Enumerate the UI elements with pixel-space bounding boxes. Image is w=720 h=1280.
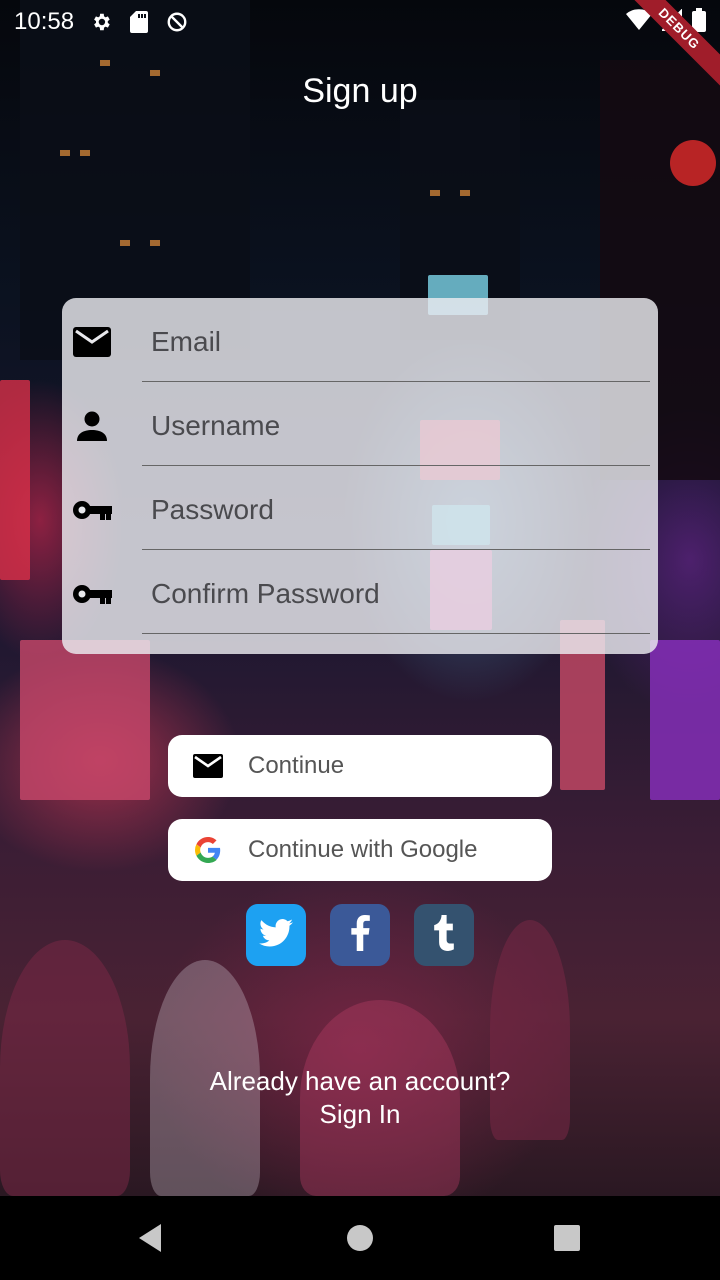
back-icon[interactable] — [130, 1218, 170, 1258]
already-account-text: Already have an account? — [209, 1066, 511, 1096]
email-placeholder: Email — [151, 326, 222, 357]
facebook-button[interactable] — [330, 904, 390, 966]
continue-button[interactable]: Continue — [168, 735, 552, 797]
email-field[interactable]: Email — [62, 298, 658, 382]
username-field[interactable]: Username — [62, 382, 658, 466]
tumblr-icon — [432, 914, 456, 956]
navigation-bar — [0, 1196, 720, 1280]
home-icon[interactable] — [340, 1218, 380, 1258]
confirm-password-field[interactable]: Confirm Password — [62, 550, 658, 634]
signup-form-card: Email Username Password Confirm Password — [62, 298, 658, 654]
person-icon — [72, 410, 112, 442]
google-icon — [188, 830, 228, 870]
key-icon — [72, 494, 112, 526]
mail-icon — [188, 746, 228, 786]
key-icon — [72, 578, 112, 610]
facebook-icon — [349, 914, 371, 956]
twitter-icon — [259, 918, 293, 953]
sign-in-link[interactable]: Sign In — [0, 1099, 720, 1130]
continue-label: Continue — [248, 752, 345, 779]
google-label: Continue with Google — [248, 836, 478, 863]
status-time: 10:58 — [14, 8, 75, 35]
confirm-password-underline — [142, 632, 650, 634]
password-placeholder: Password — [151, 494, 274, 525]
confirm-password-placeholder: Confirm Password — [151, 578, 380, 609]
sd-card-icon — [128, 11, 150, 33]
tumblr-button[interactable] — [414, 904, 474, 966]
continue-with-google-button[interactable]: Continue with Google — [168, 819, 552, 881]
username-placeholder: Username — [151, 410, 281, 441]
page-title: Sign up — [302, 72, 418, 110]
twitter-button[interactable] — [246, 904, 306, 966]
sync-disabled-icon — [166, 11, 188, 33]
status-bar: 10:58 — [0, 0, 720, 44]
password-field[interactable]: Password — [62, 466, 658, 550]
settings-icon — [90, 11, 112, 33]
recents-icon[interactable] — [547, 1218, 587, 1258]
mail-icon — [72, 326, 112, 358]
